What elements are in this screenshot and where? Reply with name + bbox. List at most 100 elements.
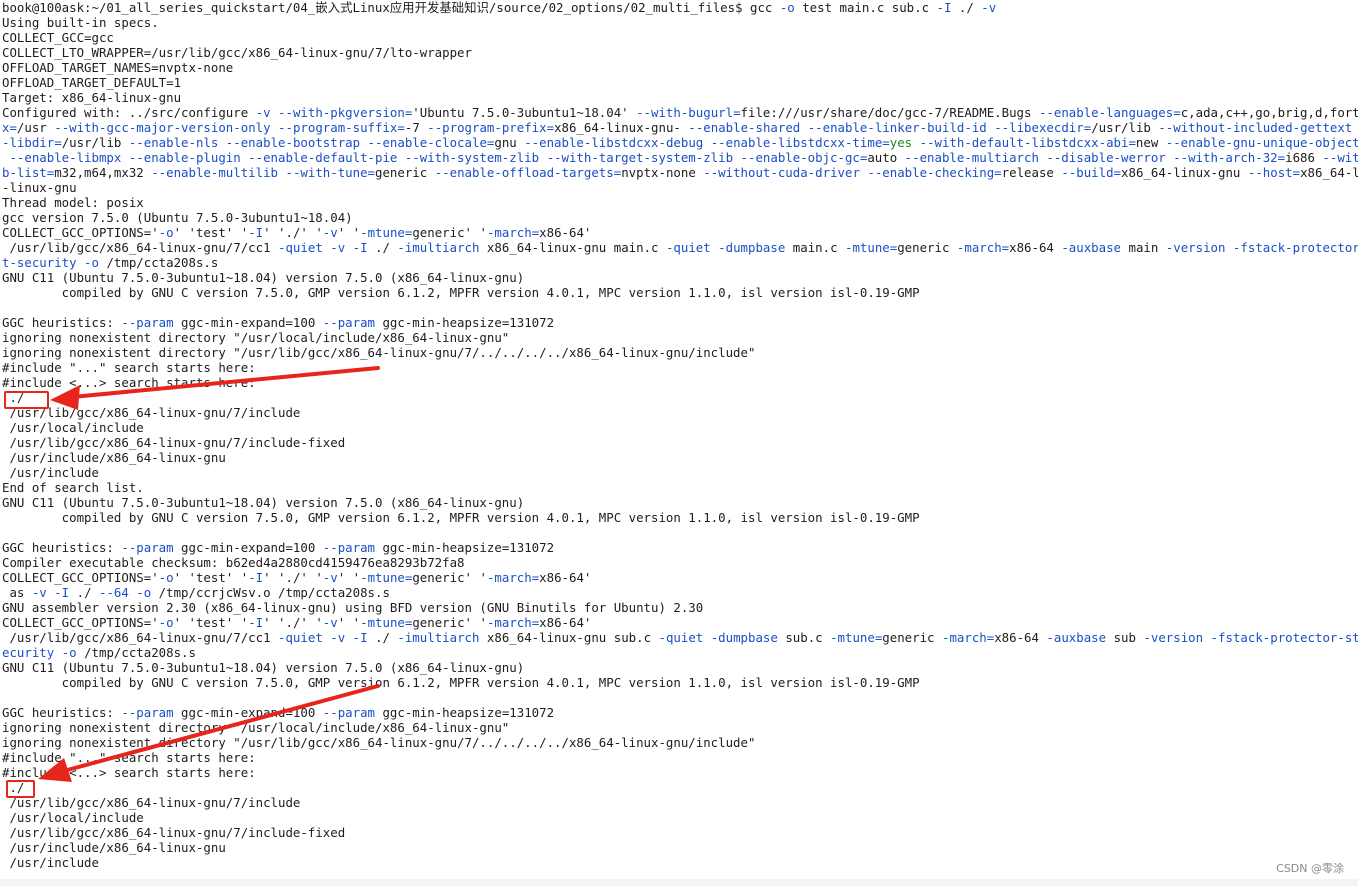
output-text: ' ' <box>337 570 361 585</box>
output-text: COLLECT_GCC_OPTIONS=' <box>2 570 159 585</box>
option-flag: --with-default-libstdcxx-abi= <box>912 135 1136 150</box>
option-flag: --enable-languages= <box>1038 105 1181 120</box>
output-text: #include <...> search starts here: <box>2 765 256 780</box>
output-text: ' './' ' <box>263 225 323 240</box>
output-text: OFFLOAD_TARGET_NAMES=nvptx-none <box>2 60 234 75</box>
option-flag: -quiet -dumpbase <box>658 630 778 645</box>
terminal-line: /usr/lib/gcc/x86_64-linux-gnu/7/include-… <box>2 435 345 450</box>
output-text: GNU assembler version 2.30 (x86_64-linux… <box>2 600 704 615</box>
output-text: x86-64 <box>1009 240 1062 255</box>
terminal-line: /usr/local/include <box>2 420 144 435</box>
output-text: OFFLOAD_TARGET_DEFAULT=1 <box>2 75 182 90</box>
option-flag: --enable-libmpx --enable-plugin --enable… <box>2 150 868 165</box>
output-text: /usr/include <box>2 465 99 480</box>
output-text: ' './' ' <box>263 570 323 585</box>
terminal-line: GNU assembler version 2.30 (x86_64-linux… <box>2 600 703 615</box>
output-text: release <box>1001 165 1062 180</box>
option-flag: -version -fstack-protector-strong -Wform… <box>1143 630 1358 645</box>
terminal-line: --enable-libmpx --enable-plugin --enable… <box>2 150 1358 165</box>
output-text: COLLECT_GCC=gcc <box>2 30 114 45</box>
output-text: /usr/lib/gcc/x86_64-linux-gnu/7/cc1 <box>2 240 279 255</box>
output-text: ignoring nonexistent directory "/usr/lib… <box>2 345 756 360</box>
output-text: /usr/local/include <box>2 420 144 435</box>
terminal-output[interactable]: book@100ask:~/01_all_series_quickstart/0… <box>0 0 1358 886</box>
terminal-line: OFFLOAD_TARGET_DEFAULT=1 <box>2 75 181 90</box>
output-text: /usr/lib/gcc/x86_64-linux-gnu/7/include <box>2 795 301 810</box>
output-text: ' 'test' ' <box>173 570 249 585</box>
terminal-line: ecurity -o /tmp/ccta208s.s <box>2 645 196 660</box>
terminal-line: as -v -I ./ --64 -o /tmp/ccrjcWsv.o /tmp… <box>2 585 390 600</box>
output-text: #include "..." search starts here: <box>2 750 256 765</box>
option-flag: -o <box>779 0 795 15</box>
option-flag: -v <box>322 615 338 630</box>
option-flag: -v -I <box>31 585 70 600</box>
option-flag: -v <box>322 570 338 585</box>
option-flag: -libdir= <box>2 135 62 150</box>
terminal-line: GGC heuristics: --param ggc-min-expand=1… <box>2 540 554 555</box>
output-text: -7 <box>404 120 428 135</box>
output-text: sub.c <box>777 630 831 645</box>
output-text: /tmp/ccta208s.s <box>76 645 196 660</box>
output-text: /usr/include <box>2 855 99 870</box>
option-flag: -mtune= <box>845 240 898 255</box>
output-text: gnu <box>494 135 525 150</box>
terminal-line: #include <...> search starts here: <box>2 765 256 780</box>
output-text: COLLECT_GCC_OPTIONS=' <box>2 225 159 240</box>
option-value: yes <box>889 135 913 150</box>
output-text: ./ <box>951 0 982 15</box>
terminal-line: Target: x86_64-linux-gnu <box>2 90 181 105</box>
output-text: /usr/include/x86_64-linux-gnu <box>2 840 226 855</box>
output-text: compiled by GNU C version 7.5.0, GMP ver… <box>2 510 920 525</box>
option-flag: -version -fstack-protector-strong -Wform… <box>1165 240 1358 255</box>
highlight-box-first <box>4 391 49 409</box>
terminal-line: /usr/include/x86_64-linux-gnu <box>2 840 226 855</box>
output-text: ignoring nonexistent directory "/usr/loc… <box>2 330 510 345</box>
option-flag: -mtune= <box>360 570 413 585</box>
output-text: ggc-min-heapsize=131072 <box>375 315 555 330</box>
output-text: -linux-gnu <box>2 180 77 195</box>
output-text: COLLECT_GCC_OPTIONS=' <box>2 615 159 630</box>
terminal-line: /usr/lib/gcc/x86_64-linux-gnu/7/include <box>2 795 300 810</box>
option-flag: --64 -o <box>99 585 152 600</box>
terminal-line: t-security -o /tmp/ccta208s.s <box>2 255 218 270</box>
option-flag: --enable-libstdcxx-debug --enable-libstd… <box>524 135 890 150</box>
output-text: ./ <box>367 240 398 255</box>
terminal-line: -linux-gnu <box>2 180 77 195</box>
terminal-line: b-list=m32,m64,mx32 --enable-multilib --… <box>2 165 1358 180</box>
output-text: /tmp/ccrjcWsv.o /tmp/ccta208s.s <box>151 585 390 600</box>
option-flag: -I <box>248 225 264 240</box>
output-text: Thread model: posix <box>2 195 144 210</box>
output-text: auto <box>867 150 905 165</box>
output-text: x86-64 <box>994 630 1047 645</box>
output-text: ' 'test' ' <box>173 615 249 630</box>
terminal-line: book@100ask:~/01_all_series_quickstart/0… <box>2 0 996 15</box>
terminal-line: ignoring nonexistent directory "/usr/loc… <box>2 720 509 735</box>
terminal-line: /usr/lib/gcc/x86_64-linux-gnu/7/cc1 -qui… <box>2 240 1358 255</box>
option-flag: --enable-gnu-unique-object --disable-vta… <box>1165 135 1358 150</box>
terminal-line: Using built-in specs. <box>2 15 159 30</box>
terminal-line: GNU C11 (Ubuntu 7.5.0-3ubuntu1~18.04) ve… <box>2 495 524 510</box>
output-text: as <box>2 585 32 600</box>
output-text: Target: x86_64-linux-gnu <box>2 90 182 105</box>
output-text: compiled by GNU C version 7.5.0, GMP ver… <box>2 675 920 690</box>
option-flag: --build= <box>1061 165 1122 180</box>
output-text: c,ada,c++,go,brig,d,fortran,objc,obj-c++ <box>1180 105 1358 120</box>
output-text: x86_64-linux-gnu- <box>554 120 689 135</box>
highlight-box-second <box>6 780 35 798</box>
output-text: ggc-min-expand=100 <box>173 705 323 720</box>
output-text: #include "..." search starts here: <box>2 360 256 375</box>
output-text: GGC heuristics: <box>2 705 122 720</box>
option-flag: --host= <box>1247 165 1301 180</box>
output-text: nvptx-none <box>621 165 704 180</box>
output-text: ignoring nonexistent directory "/usr/lib… <box>2 735 756 750</box>
option-flag: -v <box>322 225 338 240</box>
option-flag: --with-bugurl= <box>636 105 741 120</box>
output-text: GGC heuristics: <box>2 315 122 330</box>
terminal-line: COLLECT_GCC_OPTIONS='-o' 'test' '-I' './… <box>2 570 591 585</box>
output-text: /usr/lib <box>61 135 129 150</box>
option-flag: ecurity -o <box>2 645 77 660</box>
output-text: End of search list. <box>2 480 144 495</box>
output-text: i686 <box>1285 150 1323 165</box>
option-flag: -march= <box>486 615 540 630</box>
output-text: 'Ubuntu 7.5.0-3ubuntu1~18.04' <box>412 105 637 120</box>
